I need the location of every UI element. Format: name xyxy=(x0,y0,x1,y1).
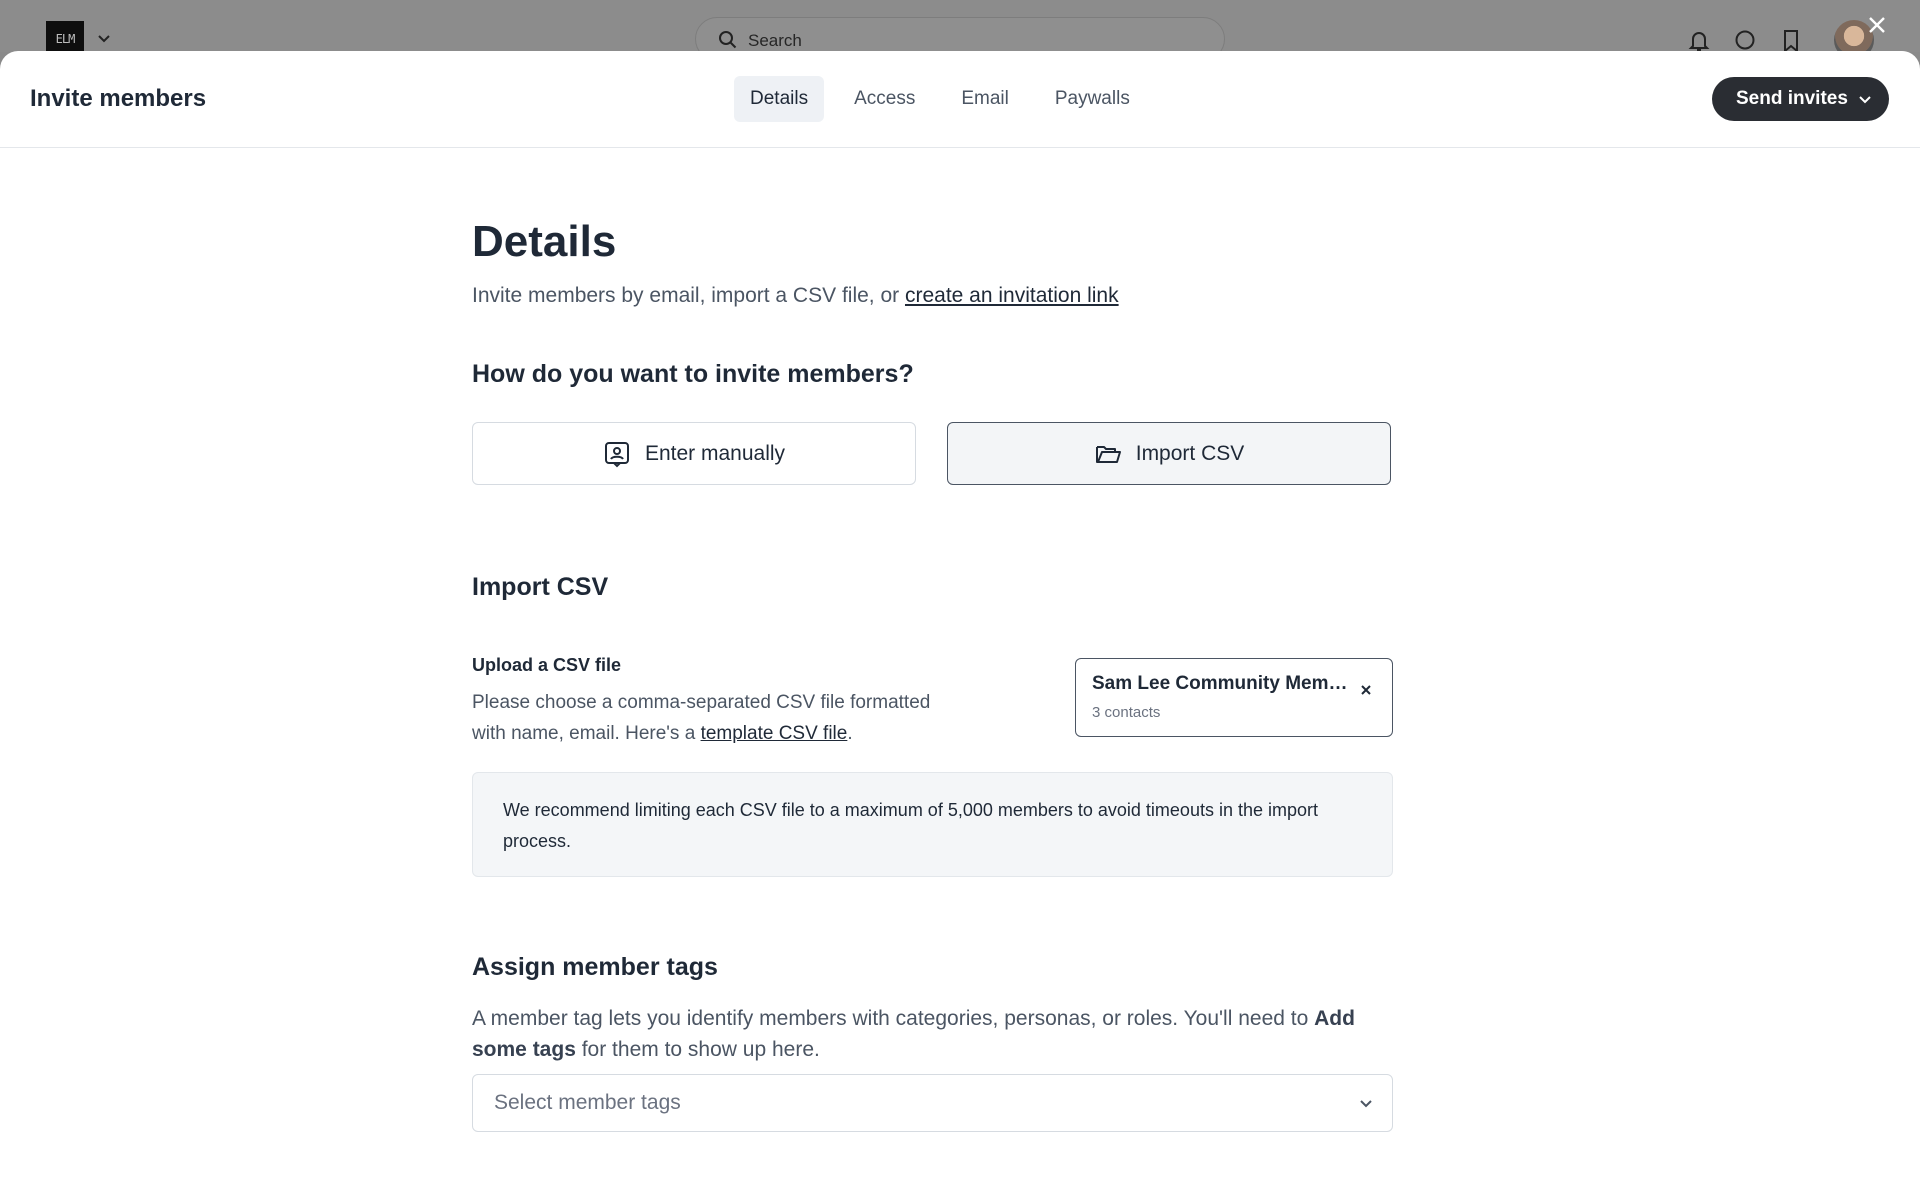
upload-description-end: . xyxy=(847,723,853,744)
upload-label: Upload a CSV file xyxy=(472,655,622,675)
tags-description-end: for them to show up here. xyxy=(575,1038,820,1061)
upload-description: Please choose a comma-separated CSV file… xyxy=(472,687,952,749)
member-tags-placeholder: Select member tags xyxy=(494,1091,681,1114)
invite-members-modal: Invite members Details Access Email Payw… xyxy=(0,51,1920,1200)
import-csv-heading: Import CSV xyxy=(472,573,609,601)
enter-manually-button[interactable]: Enter manually xyxy=(472,422,916,485)
modal-tabs: Details Access Email Paywalls xyxy=(734,76,1146,122)
tags-heading: Assign member tags xyxy=(472,953,718,981)
uploaded-file-chip: Sam Lee Community Members.csv 3 contacts xyxy=(1075,658,1393,737)
intro-text-label: Invite members by email, import a CSV fi… xyxy=(472,284,905,307)
chevron-down-icon xyxy=(1859,96,1871,104)
send-invites-label: Send invites xyxy=(1736,88,1848,109)
close-icon[interactable] xyxy=(1864,12,1890,38)
enter-manually-label: Enter manually xyxy=(644,441,786,465)
template-csv-link[interactable]: template CSV file xyxy=(701,723,848,744)
tab-paywalls[interactable]: Paywalls xyxy=(1039,76,1146,122)
import-csv-label: Import CSV xyxy=(1135,441,1245,465)
search-placeholder: Search xyxy=(748,31,802,50)
csv-limit-notice: We recommend limiting each CSV file to a… xyxy=(472,772,1393,877)
tags-description: A member tag lets you identify members w… xyxy=(472,1003,1393,1065)
send-invites-button[interactable]: Send invites xyxy=(1712,77,1889,121)
app-top-bar: ELM Search xyxy=(0,0,1920,61)
search-icon xyxy=(719,31,737,49)
remove-file-icon[interactable] xyxy=(1357,681,1375,699)
method-heading: How do you want to invite members? xyxy=(472,360,914,388)
modal-header: Invite members Details Access Email Payw… xyxy=(0,51,1920,148)
import-csv-button[interactable]: Import CSV xyxy=(947,422,1391,485)
tab-details[interactable]: Details xyxy=(734,76,825,122)
chevron-down-icon[interactable] xyxy=(96,30,112,46)
contact-card-icon xyxy=(604,441,629,467)
file-name: Sam Lee Community Members.csv xyxy=(1092,673,1348,694)
intro-text: Invite members by email, import a CSV fi… xyxy=(472,284,1119,308)
page-title: Details xyxy=(472,217,617,266)
tab-email[interactable]: Email xyxy=(945,76,1025,122)
tab-access[interactable]: Access xyxy=(838,76,931,122)
tags-description-text: A member tag lets you identify members w… xyxy=(472,1007,1315,1030)
member-tags-select[interactable]: Select member tags xyxy=(472,1074,1393,1132)
chevron-down-icon xyxy=(1360,1100,1372,1108)
folder-open-icon xyxy=(1095,445,1121,463)
file-contact-count: 3 contacts xyxy=(1092,704,1161,721)
create-invitation-link[interactable]: create an invitation link xyxy=(905,284,1119,307)
modal-title: Invite members xyxy=(30,85,207,112)
